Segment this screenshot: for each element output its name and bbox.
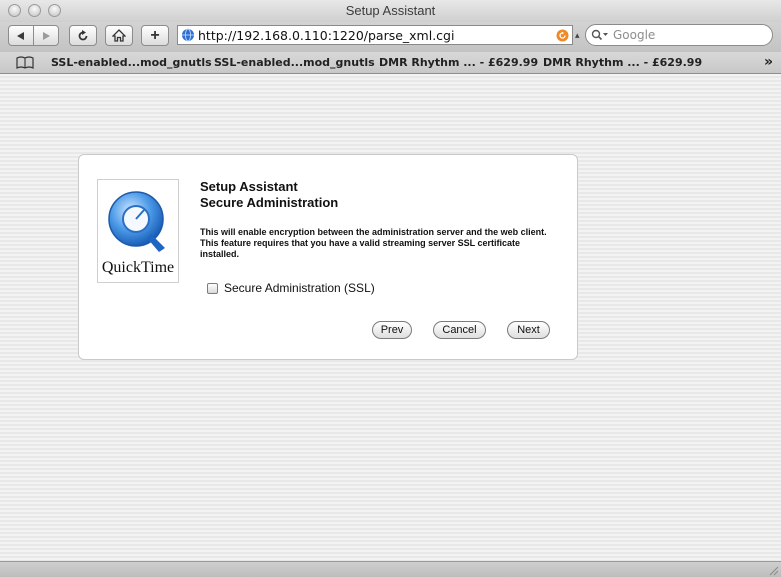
search-field[interactable]: Google — [585, 24, 773, 46]
close-window-button[interactable] — [8, 4, 21, 17]
setup-panel: QuickTime Setup Assistant Secure Adminis… — [78, 154, 578, 360]
page-title: Setup Assistant — [200, 179, 298, 194]
ssl-checkbox-label: Secure Administration (SSL) — [224, 281, 375, 295]
back-arrow-icon — [17, 31, 24, 40]
zoom-window-button[interactable] — [48, 4, 61, 17]
ssl-checkbox[interactable] — [207, 282, 218, 294]
bookmarks-bar: SSL-enabled...mod_gnutls SSL-enabled...m… — [0, 52, 781, 74]
page-subtitle: Secure Administration — [200, 195, 339, 210]
window-title: Setup Assistant — [345, 3, 436, 18]
forward-arrow-icon — [43, 31, 50, 40]
bookmark-item[interactable]: DMR Rhythm ... - £629.99 — [379, 56, 538, 69]
web-content: QuickTime Setup Assistant Secure Adminis… — [0, 74, 781, 561]
add-bookmark-button[interactable]: + — [141, 25, 169, 46]
reload-button[interactable] — [69, 25, 97, 46]
reload-icon — [78, 29, 88, 40]
bookmark-item[interactable]: SSL-enabled...mod_gnutls — [51, 56, 212, 69]
ssl-checkbox-row[interactable]: Secure Administration (SSL) — [207, 281, 375, 295]
bookmark-item[interactable]: DMR Rhythm ... - £629.99 — [543, 56, 702, 69]
description-text: This will enable encryption between the … — [200, 227, 547, 259]
bookmarks-overflow-button[interactable]: » — [764, 54, 773, 70]
forward-button[interactable] — [33, 25, 59, 46]
next-button[interactable]: Next — [507, 321, 550, 339]
globe-icon — [182, 28, 194, 42]
quicktime-q-icon — [108, 191, 165, 252]
rss-icon[interactable] — [556, 29, 569, 42]
address-separator-handle[interactable]: ▴ — [575, 30, 583, 40]
home-button[interactable] — [105, 25, 133, 46]
home-icon — [112, 29, 126, 42]
search-placeholder: Google — [613, 28, 656, 42]
prev-button[interactable]: Prev — [372, 321, 412, 339]
address-text: http://192.168.0.110:1220/parse_xml.cgi — [198, 27, 455, 43]
magnifier-icon — [591, 29, 608, 41]
back-button[interactable] — [8, 25, 34, 46]
book-icon[interactable] — [16, 56, 34, 69]
quicktime-logo-text: QuickTime — [101, 259, 175, 276]
resize-grip-icon[interactable] — [767, 564, 779, 576]
minimize-window-button[interactable] — [28, 4, 41, 17]
window-titlebar: Setup Assistant — [0, 0, 781, 22]
status-bar — [0, 561, 781, 577]
bookmark-item[interactable]: SSL-enabled...mod_gnutls — [214, 56, 375, 69]
address-bar[interactable]: http://192.168.0.110:1220/parse_xml.cgi — [177, 25, 573, 45]
cancel-button[interactable]: Cancel — [433, 321, 486, 339]
quicktime-logo: QuickTime — [97, 179, 179, 283]
